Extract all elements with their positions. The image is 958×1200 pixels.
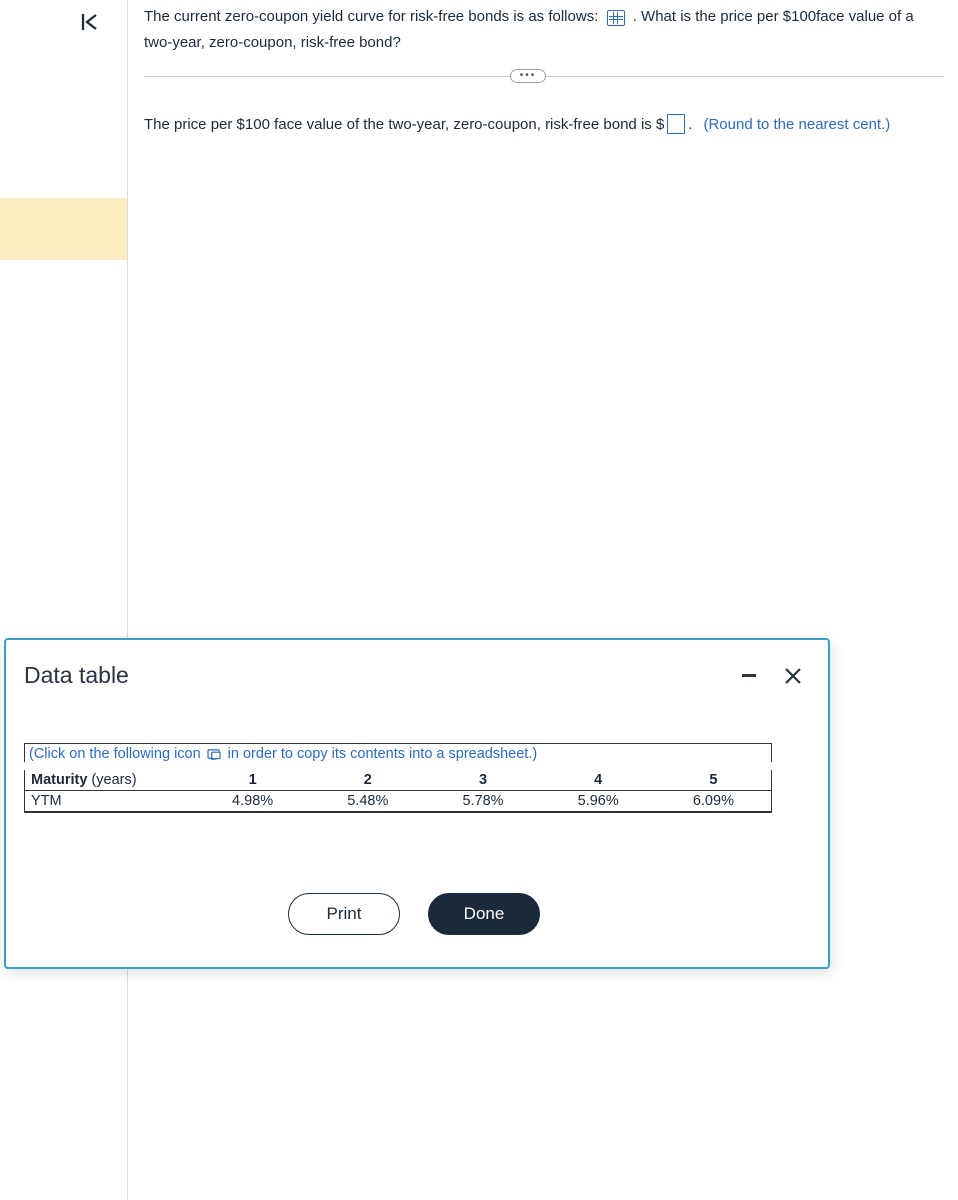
- answer-trail: .: [688, 116, 692, 133]
- answer-input[interactable]: [667, 114, 685, 134]
- question-text-1: The current zero-coupon yield curve for …: [144, 8, 598, 25]
- col-1: 1: [195, 770, 310, 791]
- modal-title: Data table: [24, 662, 129, 689]
- table-row: Maturity (years) 1 2 3 4 5: [25, 770, 771, 791]
- sidebar-highlight: [0, 198, 127, 260]
- close-icon: [784, 667, 802, 685]
- copy-note-b: in order to copy its contents into a spr…: [228, 746, 538, 762]
- data-table-icon[interactable]: [607, 10, 625, 26]
- col-3: 3: [425, 770, 540, 791]
- close-button[interactable]: [782, 665, 804, 687]
- ytm-5: 6.09%: [656, 791, 771, 812]
- answer-line: The price per $100 face value of the two…: [144, 114, 944, 134]
- more-button[interactable]: •••: [510, 69, 546, 83]
- minimize-button[interactable]: [738, 665, 760, 687]
- answer-hint: (Round to the nearest cent.): [703, 116, 890, 133]
- sidebar: [0, 0, 128, 1200]
- row-label-maturity: Maturity (years): [25, 770, 195, 791]
- question-block: The current zero-coupon yield curve for …: [144, 4, 944, 57]
- collapse-sidebar-button[interactable]: [76, 8, 104, 36]
- col-5: 5: [656, 770, 771, 791]
- ytm-3: 5.78%: [425, 791, 540, 812]
- ytm-4: 5.96%: [541, 791, 656, 812]
- data-table-modal: Data table (Click on the following icon: [4, 638, 830, 969]
- copy-note-a: (Click on the following icon: [29, 746, 201, 762]
- collapse-left-icon: [78, 10, 102, 34]
- ytm-1: 4.98%: [195, 791, 310, 812]
- table-row: YTM 4.98% 5.48% 5.78% 5.96% 6.09%: [25, 791, 771, 812]
- copy-note: (Click on the following icon in order to…: [24, 743, 772, 762]
- ellipsis-icon: •••: [520, 71, 537, 81]
- copy-to-clipboard-icon[interactable]: [207, 748, 222, 761]
- print-button[interactable]: Print: [288, 893, 400, 935]
- minimize-icon: [742, 674, 756, 677]
- ytm-2: 5.48%: [310, 791, 425, 812]
- done-button[interactable]: Done: [428, 893, 540, 935]
- answer-lead: The price per $100 face value of the two…: [144, 116, 664, 133]
- col-4: 4: [541, 770, 656, 791]
- row-label-ytm: YTM: [25, 791, 195, 812]
- col-2: 2: [310, 770, 425, 791]
- data-table: Maturity (years) 1 2 3 4 5 YTM 4.98% 5.4…: [24, 770, 772, 813]
